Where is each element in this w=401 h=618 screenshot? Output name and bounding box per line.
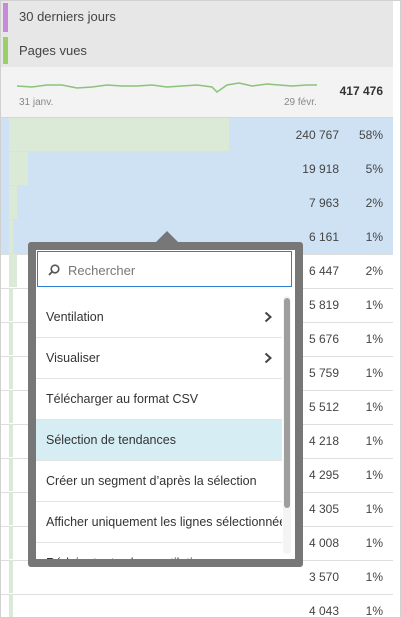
chevron-right-icon — [264, 352, 272, 364]
menu-item-label: Ventilation — [46, 310, 104, 324]
metric-total: 417 476 — [339, 84, 383, 98]
table-row[interactable]: 4 043 1% — [1, 594, 393, 618]
row-value: 5 676 — [308, 332, 339, 346]
value-bar — [9, 220, 13, 253]
menu-search-box[interactable] — [37, 251, 292, 287]
menu-item[interactable]: Réduire toutes les ventilations — [36, 543, 282, 559]
row-value: 5 759 — [308, 366, 339, 380]
row-value: 4 008 — [308, 536, 339, 550]
row-percent: 1% — [365, 570, 383, 584]
row-value: 4 218 — [308, 434, 339, 448]
row-value: 4 043 — [308, 604, 339, 618]
sparkline-chart — [17, 82, 317, 93]
row-value: 6 447 — [308, 264, 339, 278]
menu-item-label: Créer un segment d’après la sélection — [46, 474, 257, 488]
value-bar — [9, 458, 13, 491]
menu-items: Ventilation Visualiser Télécharger au form… — [36, 297, 282, 559]
menu-item-label: Télécharger au format CSV — [46, 392, 199, 406]
row-value: 5 512 — [308, 400, 339, 414]
date-range-label: 30 derniers jours — [19, 9, 116, 24]
sparkline-line — [17, 82, 317, 93]
menu-scrollbar-thumb[interactable] — [284, 298, 290, 508]
menu-item-label: Réduire toutes les ventilations — [46, 556, 213, 559]
value-bar — [9, 526, 13, 559]
menu-item[interactable]: Visualiser — [36, 338, 282, 379]
menu-item-label: Afficher uniquement les lignes sélection… — [46, 515, 282, 529]
search-icon — [48, 264, 60, 276]
menu-item[interactable]: Télécharger au format CSV — [36, 379, 282, 420]
row-percent: 1% — [365, 468, 383, 482]
row-percent: 5% — [365, 162, 383, 176]
value-bar — [9, 356, 13, 389]
row-percent: 2% — [365, 196, 383, 210]
value-bar — [9, 390, 13, 423]
value-bar — [9, 118, 229, 151]
row-percent: 1% — [365, 604, 383, 618]
row-percent: 2% — [365, 264, 383, 278]
row-percent: 1% — [365, 502, 383, 516]
context-menu: Ventilation Visualiser Télécharger au form… — [36, 250, 295, 559]
metric-label: Pages vues — [19, 43, 87, 58]
row-percent: 1% — [365, 400, 383, 414]
context-menu-popover: Ventilation Visualiser Télécharger au form… — [28, 242, 303, 567]
date-range-color-bar — [3, 3, 8, 32]
row-value: 7 963 — [308, 196, 339, 210]
value-bar — [9, 492, 13, 525]
row-percent: 1% — [365, 230, 383, 244]
row-percent: 58% — [358, 128, 383, 142]
menu-item[interactable]: Afficher uniquement les lignes sélection… — [36, 502, 282, 543]
metric-header[interactable]: Pages vues — [1, 35, 393, 68]
table-row[interactable]: 19 918 5% — [1, 152, 393, 187]
table-row[interactable]: 240 767 58% — [1, 118, 393, 153]
row-percent: 1% — [365, 332, 383, 346]
value-bar — [9, 594, 13, 617]
row-percent: 1% — [365, 366, 383, 380]
table-row[interactable]: 7 963 2% — [1, 186, 393, 221]
row-value: 5 819 — [308, 298, 339, 312]
value-bar — [9, 254, 17, 287]
value-bar — [9, 186, 17, 219]
menu-item-label: Visualiser — [46, 351, 100, 365]
value-bar — [9, 424, 13, 457]
menu-item[interactable]: Sélection de tendances — [36, 420, 282, 461]
row-percent: 1% — [365, 298, 383, 312]
menu-search-input[interactable] — [66, 259, 285, 281]
menu-item[interactable]: Ventilation — [36, 297, 282, 338]
value-bar — [9, 288, 13, 321]
metric-color-bar — [3, 37, 8, 64]
row-percent: 1% — [365, 434, 383, 448]
chevron-right-icon — [264, 311, 272, 323]
row-value: 19 918 — [302, 162, 339, 176]
menu-item[interactable]: Créer un segment d’après la sélection — [36, 461, 282, 502]
sparkline-area: 31 janv. 29 févr. 417 476 — [1, 67, 393, 118]
row-value: 4 305 — [308, 502, 339, 516]
sparkline-end-date: 29 févr. — [284, 97, 317, 108]
value-bar — [9, 152, 28, 185]
date-range-header[interactable]: 30 derniers jours — [1, 1, 393, 36]
sparkline-start-date: 31 janv. — [19, 97, 54, 108]
row-value: 4 295 — [308, 468, 339, 482]
row-percent: 1% — [365, 536, 383, 550]
row-value: 6 161 — [308, 230, 339, 244]
row-value: 3 570 — [308, 570, 339, 584]
value-bar — [9, 322, 13, 355]
value-bar — [9, 560, 13, 593]
menu-item-label: Sélection de tendances — [46, 433, 176, 447]
row-value: 240 767 — [295, 128, 339, 142]
